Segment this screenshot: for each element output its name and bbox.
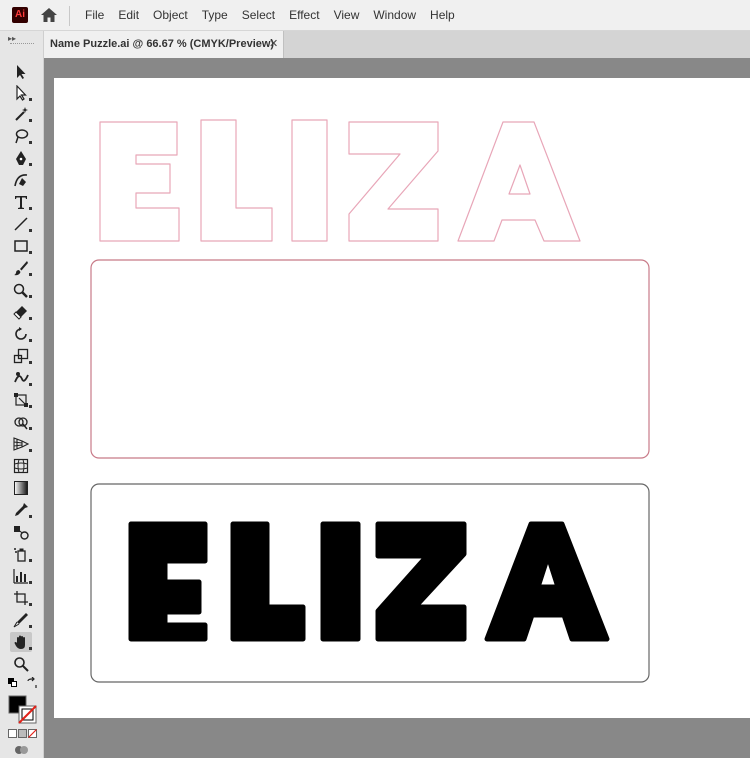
menu-object[interactable]: Object — [146, 0, 195, 31]
menu-items: File Edit Object Type Select Effect View… — [78, 0, 462, 31]
hand-tool-icon[interactable] — [10, 632, 32, 652]
perspective-grid-tool-icon[interactable] — [10, 434, 32, 454]
eraser-tool-icon[interactable] — [10, 302, 32, 322]
scale-tool-icon[interactable] — [10, 346, 32, 366]
menu-effect[interactable]: Effect — [282, 0, 326, 31]
artboard-tool-icon[interactable] — [10, 588, 32, 608]
tab-close-icon[interactable]: ✕ — [269, 31, 278, 58]
filled-letter-i — [320, 521, 361, 642]
eyedropper-tool-icon[interactable] — [10, 500, 32, 520]
outline-letter-l — [200, 119, 273, 242]
zoom-tool-icon[interactable] — [10, 654, 32, 674]
menu-edit[interactable]: Edit — [111, 0, 146, 31]
lasso-tool-icon[interactable] — [10, 126, 32, 146]
type-tool-icon[interactable] — [10, 192, 32, 212]
outlined-name-group[interactable] — [99, 119, 581, 242]
empty-frame[interactable] — [90, 259, 650, 459]
rotate-tool-icon[interactable] — [10, 324, 32, 344]
shape-builder-tool-icon[interactable] — [10, 412, 32, 432]
menu-window[interactable]: Window — [366, 0, 423, 31]
menu-type[interactable]: Type — [195, 0, 235, 31]
shaper-tool-icon[interactable] — [10, 280, 32, 300]
tools-panel: ▸▸ — [0, 31, 44, 758]
filled-letter-a — [484, 521, 610, 642]
swap-colors-icon[interactable] — [26, 677, 38, 689]
fill-stroke-swatch[interactable] — [8, 695, 38, 725]
color-mode-icons[interactable] — [8, 729, 38, 739]
gradient-tool-icon[interactable] — [10, 478, 32, 498]
warp-tool-icon[interactable] — [10, 368, 32, 388]
free-transform-tool-icon[interactable] — [10, 390, 32, 410]
document-tab-title: Name Puzzle.ai @ 66.67 % (CMYK/Preview) — [50, 38, 275, 50]
magic-wand-tool-icon[interactable] — [10, 104, 32, 124]
symbol-sprayer-tool-icon[interactable] — [10, 544, 32, 564]
filled-letter-e — [128, 521, 208, 642]
paintbrush-tool-icon[interactable] — [10, 258, 32, 278]
menu-select[interactable]: Select — [235, 0, 282, 31]
filled-letter-z — [375, 521, 467, 642]
pen-tool-icon[interactable] — [10, 148, 32, 168]
slice-tool-icon[interactable] — [10, 610, 32, 630]
mesh-tool-icon[interactable] — [10, 456, 32, 476]
filled-name-group[interactable] — [128, 521, 610, 642]
filled-letter-l — [230, 521, 306, 642]
menu-bar: Ai File Edit Object Type Select Effect V… — [0, 0, 750, 31]
outline-letter-e — [99, 121, 180, 242]
rectangle-tool-icon[interactable] — [10, 236, 32, 256]
blend-tool-icon[interactable] — [10, 522, 32, 542]
panel-collapse-icon[interactable]: ▸▸ — [8, 34, 16, 43]
direct-selection-tool-icon[interactable] — [10, 83, 32, 103]
outline-letter-a — [457, 121, 581, 242]
outline-letter-i — [291, 119, 328, 242]
menu-help[interactable]: Help — [423, 0, 462, 31]
menu-view[interactable]: View — [327, 0, 367, 31]
illustrator-logo-icon: Ai — [12, 7, 28, 23]
draw-mode-icon[interactable] — [14, 744, 30, 756]
document-tab[interactable]: Name Puzzle.ai @ 66.67 % (CMYK/Preview) … — [44, 31, 284, 58]
menu-file[interactable]: File — [78, 0, 111, 31]
artwork — [90, 119, 650, 683]
line-tool-icon[interactable] — [10, 214, 32, 234]
document-tab-bar: Name Puzzle.ai @ 66.67 % (CMYK/Preview) … — [44, 31, 750, 58]
outline-letter-z — [348, 121, 439, 242]
panel-grip[interactable] — [10, 43, 34, 45]
column-graph-tool-icon[interactable] — [10, 566, 32, 586]
menu-divider — [69, 6, 70, 26]
default-colors-icon[interactable] — [8, 678, 18, 688]
curvature-tool-icon[interactable] — [10, 170, 32, 190]
home-icon[interactable] — [39, 6, 59, 24]
selection-tool-icon[interactable] — [10, 62, 32, 82]
